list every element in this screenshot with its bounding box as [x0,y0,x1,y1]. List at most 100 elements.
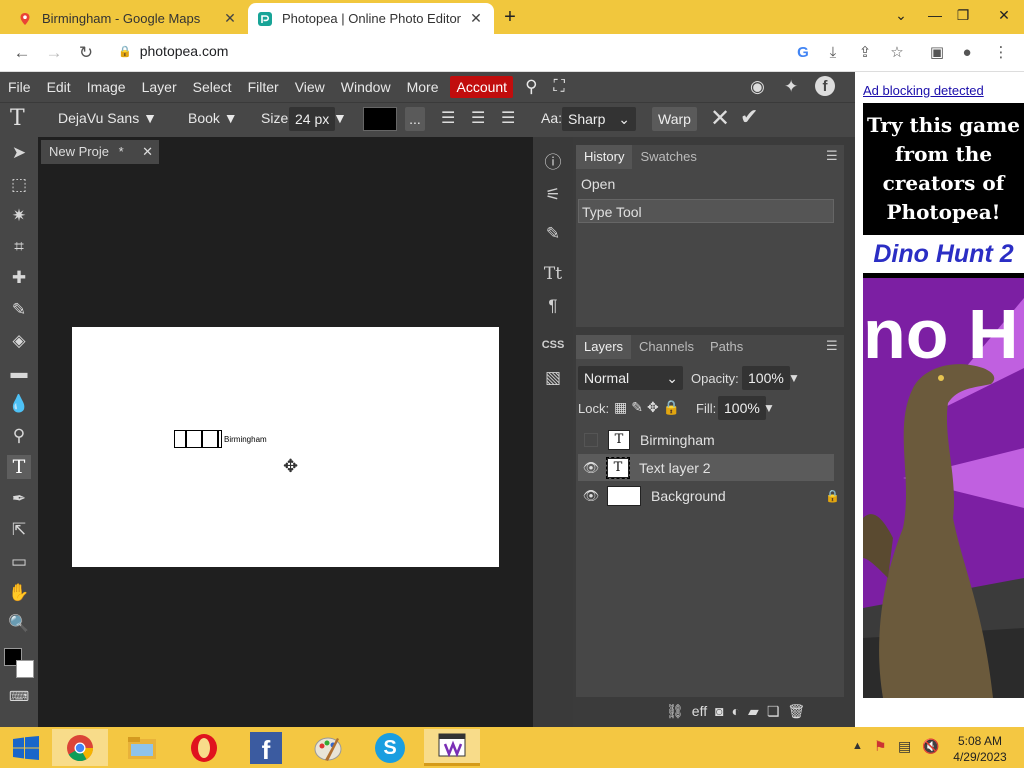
taskbar-clock[interactable]: 5:08 AM 4/29/2023 [950,733,1010,765]
close-window-icon[interactable]: ✕ [984,0,1024,30]
tab-google-maps[interactable]: Birmingham - Google Maps ✕ [8,3,248,34]
crop-tool-icon[interactable]: ⌗ [7,235,31,259]
new-layer-icon[interactable]: ❏ [767,703,780,720]
taskbar-opera-icon[interactable] [176,729,232,766]
taskbar-facebook-icon[interactable]: f [238,729,294,766]
tab-paths[interactable]: Paths [702,335,751,359]
link-layers-icon[interactable]: ⛓ [666,703,684,720]
profile-avatar-icon[interactable]: ● [956,43,978,63]
layer-visibility-toggle[interactable] [584,432,598,447]
install-app-icon[interactable]: ⤓ [822,43,844,63]
history-item[interactable]: Open [578,172,834,196]
cancel-icon[interactable]: ✕ [710,104,730,133]
background-color-swatch[interactable] [16,660,34,678]
history-item[interactable]: Type Tool [578,199,834,223]
css-icon[interactable]: CSS [541,333,565,357]
reddit-icon[interactable]: ◉ [750,77,765,97]
taskbar-active-app-icon[interactable] [424,729,480,766]
back-arrow-icon[interactable]: ← [10,42,34,64]
twitter-icon[interactable]: ✦ [784,77,798,97]
layer-mask-icon[interactable]: ◙ [715,703,723,720]
document-canvas[interactable] [72,327,499,567]
shape-tool-icon[interactable]: ▭ [7,550,31,574]
panel-menu-icon[interactable]: ☰ [826,148,838,164]
tray-network-icon[interactable]: ▤ [898,738,911,755]
layer-effects-button[interactable]: eff [692,703,707,720]
browser-menu-icon[interactable]: ⋮ [990,43,1012,63]
fullscreen-icon[interactable]: ⛶ [546,72,573,102]
menu-file[interactable]: File [0,72,39,102]
fill-input[interactable]: 100% [718,396,766,420]
account-button[interactable]: Account [450,76,514,98]
keyboard-icon[interactable]: ⌨ [7,684,31,708]
warp-button[interactable]: Warp [652,107,697,131]
layer-row[interactable]: T Birmingham [578,426,834,453]
zoom-tool-icon[interactable]: 🔍 [7,612,31,636]
pen-tool-icon[interactable]: ✒ [7,487,31,511]
path-select-tool-icon[interactable]: ⇱ [7,518,31,542]
text-color-swatch[interactable] [363,107,397,131]
align-left-icon[interactable]: ☰ [441,108,455,128]
tab-layers[interactable]: Layers [576,335,632,359]
move-tool-icon[interactable]: ➤ [7,141,31,165]
side-panel-icon[interactable]: ▣ [926,43,948,63]
panel-menu-icon[interactable]: ☰ [826,338,838,354]
delete-layer-icon[interactable]: 🗑 [787,703,805,720]
hand-tool-icon[interactable]: ✋ [7,581,31,605]
taskbar-chrome-icon[interactable] [52,729,108,766]
character-panel-button[interactable]: ... [405,107,425,131]
align-center-icon[interactable]: ☰ [471,108,485,128]
font-size-dropdown-icon[interactable]: ▼ [333,110,347,126]
menu-view[interactable]: View [287,72,333,102]
eraser-tool-icon[interactable]: ◈ [7,329,31,353]
tab-channels[interactable]: Channels [631,335,702,359]
lock-options-icons[interactable]: ▦✎✥🔒 [614,399,684,416]
font-style-select[interactable]: Book ▼ [188,110,238,126]
google-icon[interactable]: G [792,43,814,63]
menu-select[interactable]: Select [185,72,240,102]
menu-window[interactable]: Window [333,72,399,102]
close-icon[interactable]: ✕ [142,140,153,164]
gradient-tool-icon[interactable]: ▬ [7,361,31,385]
text-layer-on-canvas[interactable]: Birmingham [174,430,267,448]
document-tab[interactable]: New Proje * ✕ [41,140,159,164]
image-icon[interactable]: ▧ [541,366,565,390]
close-icon[interactable]: ✕ [468,10,484,27]
commit-check-icon[interactable]: ✔ [740,104,758,130]
restore-icon[interactable]: ❐ [946,0,980,30]
bookmark-star-icon[interactable]: ☆ [886,43,908,63]
tab-search-chevron-icon[interactable]: ⌄ [884,0,918,30]
adjustment-layer-icon[interactable]: ◐ [732,703,740,720]
dodge-tool-icon[interactable]: ⚲ [7,424,31,448]
share-icon[interactable]: ⇪ [854,43,876,63]
magic-wand-tool-icon[interactable]: ✷ [7,204,31,228]
blend-mode-select[interactable]: Normal ⌄ [578,366,683,390]
tray-flag-icon[interactable]: ⚑ [874,738,887,755]
reload-icon[interactable]: ↻ [74,42,98,64]
adjustments-icon[interactable]: ⚟ [541,183,565,207]
start-windows-icon[interactable] [0,729,52,766]
marquee-tool-icon[interactable]: ⬚ [7,173,31,197]
font-size-input[interactable]: 24 px [289,107,336,131]
tab-history[interactable]: History [576,145,633,169]
taskbar-file-explorer-icon[interactable] [114,729,170,766]
tab-photopea[interactable]: Photopea | Online Photo Editor ✕ [248,3,494,34]
menu-more[interactable]: More [399,72,447,102]
opacity-input[interactable]: 100% [742,366,790,390]
game-ad[interactable]: Try this game from the creators of Photo… [863,103,1024,698]
menu-filter[interactable]: Filter [240,72,287,102]
paragraph-icon[interactable]: ¶ [541,294,565,318]
close-icon[interactable]: ✕ [222,10,238,27]
forward-arrow-icon[interactable]: → [42,42,66,64]
tab-swatches[interactable]: Swatches [632,145,704,169]
brush-settings-icon[interactable]: ✎ [541,222,565,246]
healing-tool-icon[interactable]: ✚ [7,266,31,290]
opacity-dropdown-icon[interactable]: ▼ [788,371,800,385]
align-right-icon[interactable]: ☰ [501,108,515,128]
layer-row[interactable]: 👁 T Text layer 2 [578,454,834,481]
eye-icon[interactable]: 👁 [581,460,601,476]
character-icon[interactable]: Tt [541,262,565,286]
new-group-icon[interactable]: ▰ [748,703,759,720]
search-icon[interactable]: ⚲ [517,72,545,102]
menu-edit[interactable]: Edit [39,72,79,102]
